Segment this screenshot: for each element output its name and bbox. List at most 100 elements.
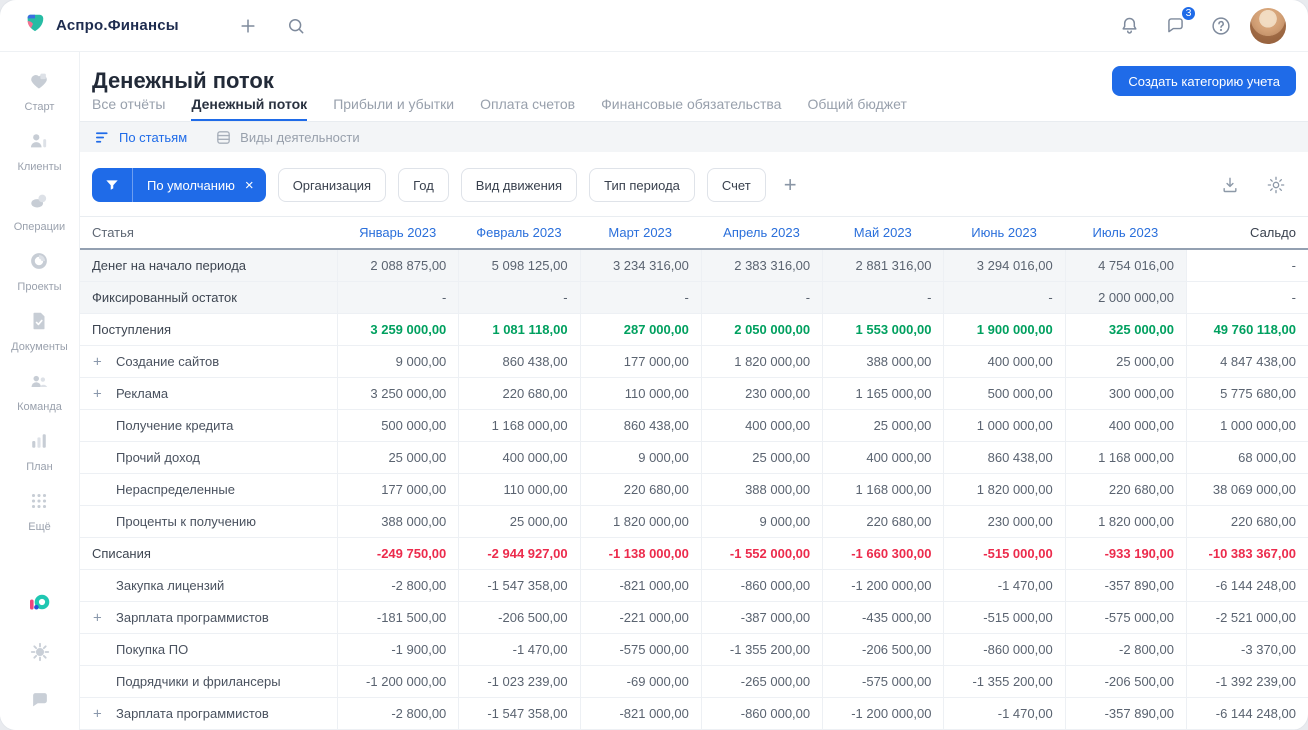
row-label: Фиксированный остаток xyxy=(80,282,337,313)
column-header-month-4[interactable]: Май 2023 xyxy=(822,225,943,240)
row-label: Получение кредита xyxy=(80,410,337,441)
sidebar-item-start[interactable]: Старт xyxy=(11,70,68,113)
sidebar-item-label: План xyxy=(26,461,53,473)
expand-plus-icon[interactable]: + xyxy=(93,385,102,402)
filter-chip-0[interactable]: Организация xyxy=(277,168,387,202)
column-header-month-1[interactable]: Февраль 2023 xyxy=(458,225,579,240)
value-cell: 2 050 000,00 xyxy=(700,314,822,345)
value-cell: 9 000,00 xyxy=(579,442,701,473)
row-label: Списания xyxy=(80,538,337,569)
value-cell: -2 800,00 xyxy=(337,698,458,729)
value-cell: -2 800,00 xyxy=(337,570,458,601)
value-cell: 2 383 316,00 xyxy=(700,250,823,281)
row-label[interactable]: + Создание сайтов xyxy=(80,346,337,377)
messages-icon[interactable]: 3 xyxy=(1158,4,1197,43)
tab-5[interactable]: Общий бюджет xyxy=(807,96,906,121)
filter-chip-3[interactable]: Тип периода xyxy=(589,168,695,202)
operations-icon xyxy=(28,190,50,217)
row-label-text: Подрядчики и фрилансеры xyxy=(116,674,281,689)
row-label-text: Реклама xyxy=(116,386,169,401)
value-cell: -821 000,00 xyxy=(579,570,701,601)
main-content: Денежный поток Создать категорию учета В… xyxy=(80,52,1308,730)
sidebar-chat-icon[interactable] xyxy=(26,686,54,714)
avatar[interactable] xyxy=(1250,7,1286,44)
tab-4[interactable]: Финансовые обязательства xyxy=(601,96,781,121)
saldo-cell: - xyxy=(1185,282,1308,313)
sidebar-settings-icon[interactable] xyxy=(26,638,54,666)
value-cell: -181 500,00 xyxy=(337,602,458,633)
expand-plus-icon[interactable]: + xyxy=(93,353,102,370)
subtab-1[interactable]: Виды деятельности xyxy=(215,129,360,146)
column-header-month-5[interactable]: Июнь 2023 xyxy=(943,225,1064,240)
sidebar-item-team[interactable]: Команда xyxy=(11,370,68,413)
column-header-month-3[interactable]: Апрель 2023 xyxy=(701,225,822,240)
column-header-month-0[interactable]: Январь 2023 xyxy=(337,225,458,240)
aspro-apps-icon[interactable] xyxy=(26,590,54,618)
value-cell: 287 000,00 xyxy=(579,314,701,345)
sidebar-item-clients[interactable]: Клиенты xyxy=(11,130,68,173)
value-cell: - xyxy=(458,282,580,313)
tab-0[interactable]: Все отчёты xyxy=(92,96,165,121)
row-label: Проценты к получению xyxy=(80,506,337,537)
tab-2[interactable]: Прибыли и убытки xyxy=(333,96,454,121)
filter-chip-4[interactable]: Счет xyxy=(706,168,766,202)
saldo-cell: 1 000 000,00 xyxy=(1185,410,1308,441)
row-label[interactable]: + Реклама xyxy=(80,378,337,409)
row-label[interactable]: + Зарплата программистов xyxy=(80,602,337,633)
row-label-text: Создание сайтов xyxy=(116,354,220,369)
clear-filter-icon[interactable]: × xyxy=(243,168,266,202)
help-icon[interactable] xyxy=(1204,9,1238,43)
value-cell: 400 000,00 xyxy=(700,410,822,441)
value-cell: 230 000,00 xyxy=(943,506,1064,537)
value-cell: 1 081 118,00 xyxy=(458,314,579,345)
projects-icon xyxy=(28,250,50,277)
messages-badge: 3 xyxy=(1180,4,1197,22)
value-cell: -1 355 200,00 xyxy=(700,634,822,665)
row-label[interactable]: + Зарплата программистов xyxy=(80,698,337,729)
value-cell: 110 000,00 xyxy=(579,378,701,409)
value-cell: -860 000,00 xyxy=(943,634,1064,665)
value-cell: 3 250 000,00 xyxy=(337,378,458,409)
add-icon[interactable] xyxy=(231,9,265,43)
value-cell: 2 088 875,00 xyxy=(337,250,459,281)
filter-chip-1[interactable]: Год xyxy=(398,168,449,202)
value-cell: -1 200 000,00 xyxy=(822,698,943,729)
row-label-text: Проценты к получению xyxy=(116,514,256,529)
sidebar-item-projects[interactable]: Проекты xyxy=(11,250,68,293)
value-cell: 860 438,00 xyxy=(579,410,701,441)
saldo-cell: 220 680,00 xyxy=(1185,506,1308,537)
filter-chips: Организация Год Вид движения Тип периода Сче… xyxy=(277,168,766,202)
brand[interactable]: Аспро.Финансы xyxy=(24,12,179,39)
value-cell: 220 680,00 xyxy=(579,474,701,505)
column-header-month-2[interactable]: Март 2023 xyxy=(580,225,701,240)
sidebar-item-documents[interactable]: Документы xyxy=(11,310,68,353)
create-category-button[interactable]: Создать категорию учета xyxy=(1112,66,1296,96)
column-header-month-6[interactable]: Июль 2023 xyxy=(1065,225,1186,240)
value-cell: -1 552 000,00 xyxy=(700,538,822,569)
row-label-text: Закупка лицензий xyxy=(116,578,225,593)
tab-3[interactable]: Оплата счетов xyxy=(480,96,575,121)
bell-icon[interactable] xyxy=(1112,9,1146,43)
filter-chip-2[interactable]: Вид движения xyxy=(460,168,578,202)
brand-name: Аспро.Финансы xyxy=(56,17,179,34)
value-cell: -821 000,00 xyxy=(579,698,701,729)
sidebar-item-label: Проекты xyxy=(17,281,62,293)
table-settings-icon[interactable] xyxy=(1264,173,1288,197)
saldo-cell: 4 847 438,00 xyxy=(1185,346,1308,377)
add-filter-icon[interactable]: + xyxy=(784,174,797,196)
download-icon[interactable] xyxy=(1218,173,1242,197)
value-cell: - xyxy=(337,282,459,313)
sidebar-item-plan[interactable]: План xyxy=(11,430,68,473)
subtab-0[interactable]: По статьям xyxy=(94,129,187,146)
value-cell: 400 000,00 xyxy=(822,442,943,473)
row-label-text: Нераспределенные xyxy=(116,482,235,497)
plan-icon xyxy=(28,430,50,457)
active-filter-pill[interactable]: По умолчанию × xyxy=(92,168,266,202)
tab-cash-flow[interactable]: Денежный поток xyxy=(191,96,308,121)
expand-plus-icon[interactable]: + xyxy=(93,705,102,722)
value-cell: -575 000,00 xyxy=(822,666,943,697)
expand-plus-icon[interactable]: + xyxy=(93,609,102,626)
search-icon[interactable] xyxy=(279,9,313,43)
sidebar-item-operations[interactable]: Операции xyxy=(11,190,68,233)
sidebar-item-more[interactable]: Ещё xyxy=(11,490,68,533)
